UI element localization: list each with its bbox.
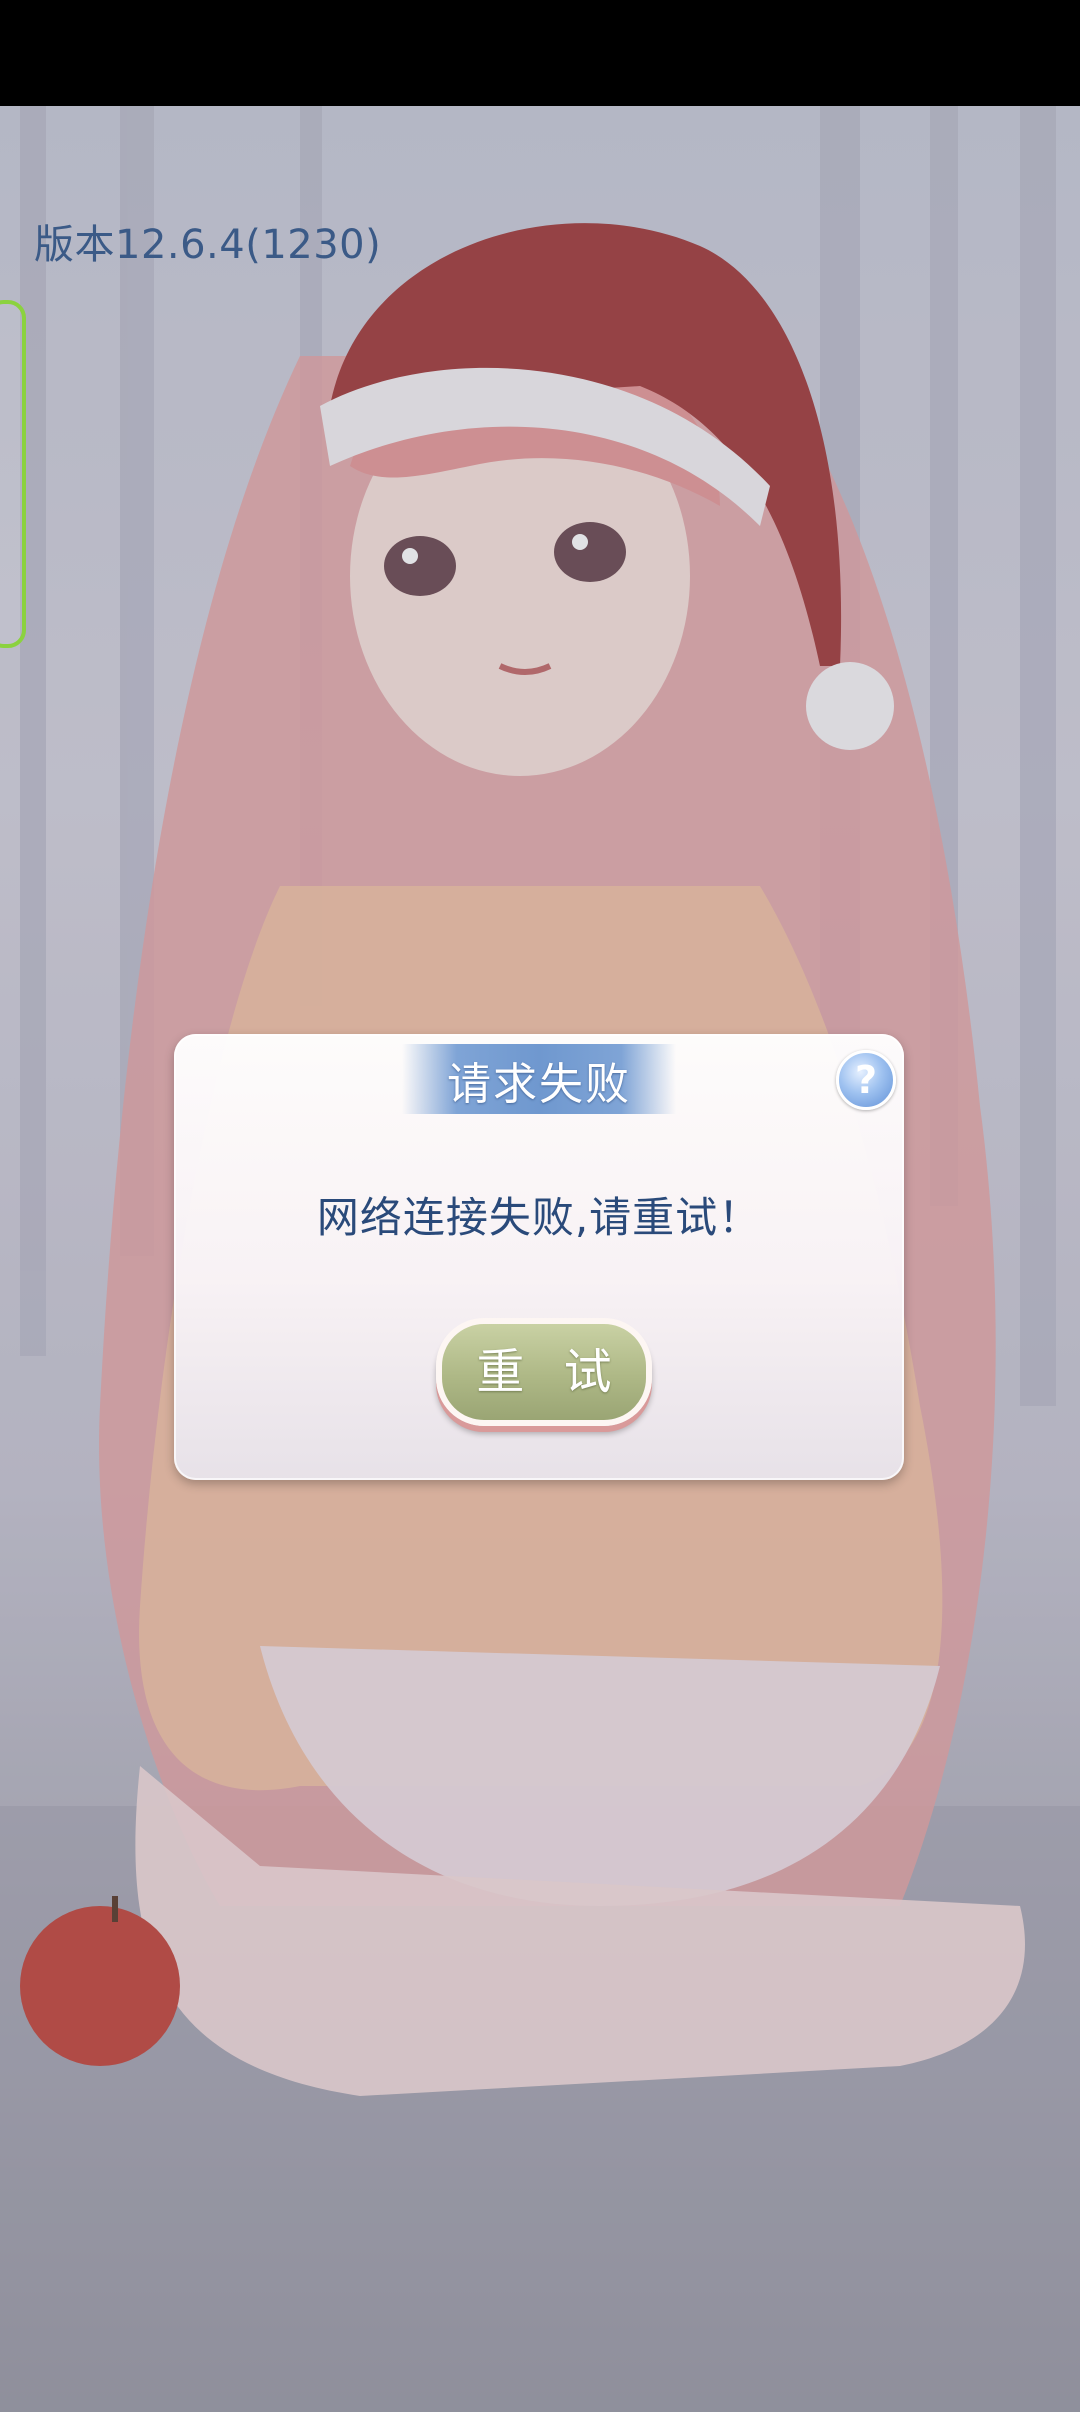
status-bar (0, 0, 1080, 106)
version-label: 版本12.6.4(1230) (34, 222, 382, 268)
dialog-title: 请求失败 (447, 1059, 631, 1110)
retry-button[interactable]: 重 试 (436, 1318, 652, 1426)
error-dialog: 请求失败 ? 网络连接失败,请重试！ 重 试 (174, 1034, 904, 1480)
game-screen: 版本12.6.4(1230) 请求失败 ? 网络连接失败,请重试！ 重 试 (0, 0, 1080, 2412)
side-drawer-handle[interactable] (0, 300, 26, 648)
dialog-message: 网络连接失败,请重试！ (316, 1193, 762, 1242)
help-icon[interactable]: ? (836, 1050, 896, 1110)
